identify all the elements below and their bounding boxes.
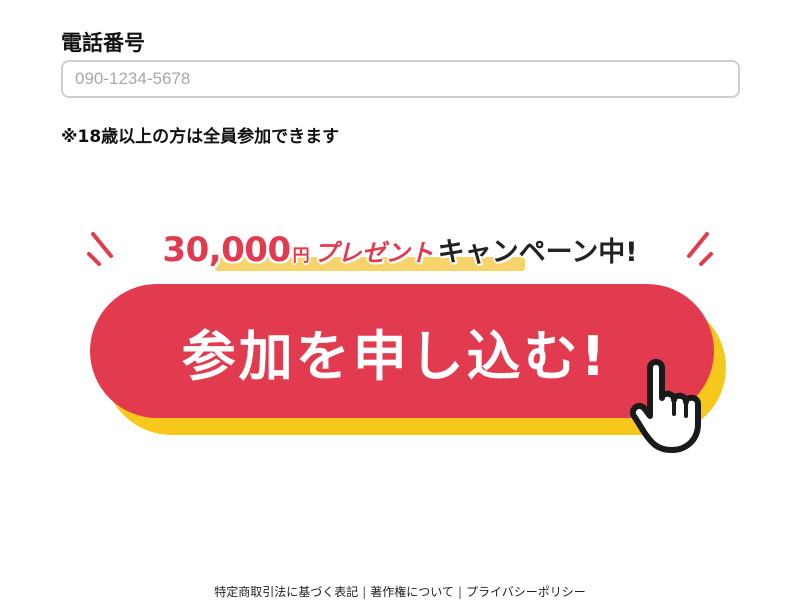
campaign-banner: 30,000 円 プレゼント キャンペーン中! <box>85 222 715 278</box>
campaign-text: キャンペーン中! <box>437 237 638 268</box>
footer-separator: | <box>457 585 462 599</box>
footer-link-copyright[interactable]: 著作権について <box>370 585 454 599</box>
prize-amount: 30,000 <box>162 230 291 270</box>
phone-input[interactable] <box>61 60 740 98</box>
pointing-hand-icon <box>630 359 701 453</box>
prize-currency: 円 <box>292 246 310 266</box>
eligibility-note: ※18歳以上の方は全員参加できます <box>61 127 340 147</box>
banner-headline: 30,000 円 プレゼント キャンペーン中! <box>162 230 637 270</box>
apply-button-label: 参加を申し込む! <box>181 324 609 388</box>
apply-button[interactable]: 参加を申し込む! <box>90 284 730 453</box>
footer-separator: | <box>362 585 367 599</box>
footer-link-commerce-law[interactable]: 特定商取引法に基づく表記 <box>214 585 358 599</box>
footer-link-privacy[interactable]: プライバシーポリシー <box>466 585 586 599</box>
sparkle-left-icon <box>87 232 113 266</box>
button-face: 参加を申し込む! <box>90 284 714 418</box>
page: 電話番号 ※18歳以上の方は全員参加できます 30,000 円 プレゼント キャ… <box>0 0 800 600</box>
present-text: プレゼント <box>313 239 434 267</box>
phone-label: 電話番号 <box>61 31 145 55</box>
footer-links: 特定商取引法に基づく表記 | 著作権について | プライバシーポリシー <box>0 583 800 600</box>
sparkle-right-icon <box>687 232 713 266</box>
